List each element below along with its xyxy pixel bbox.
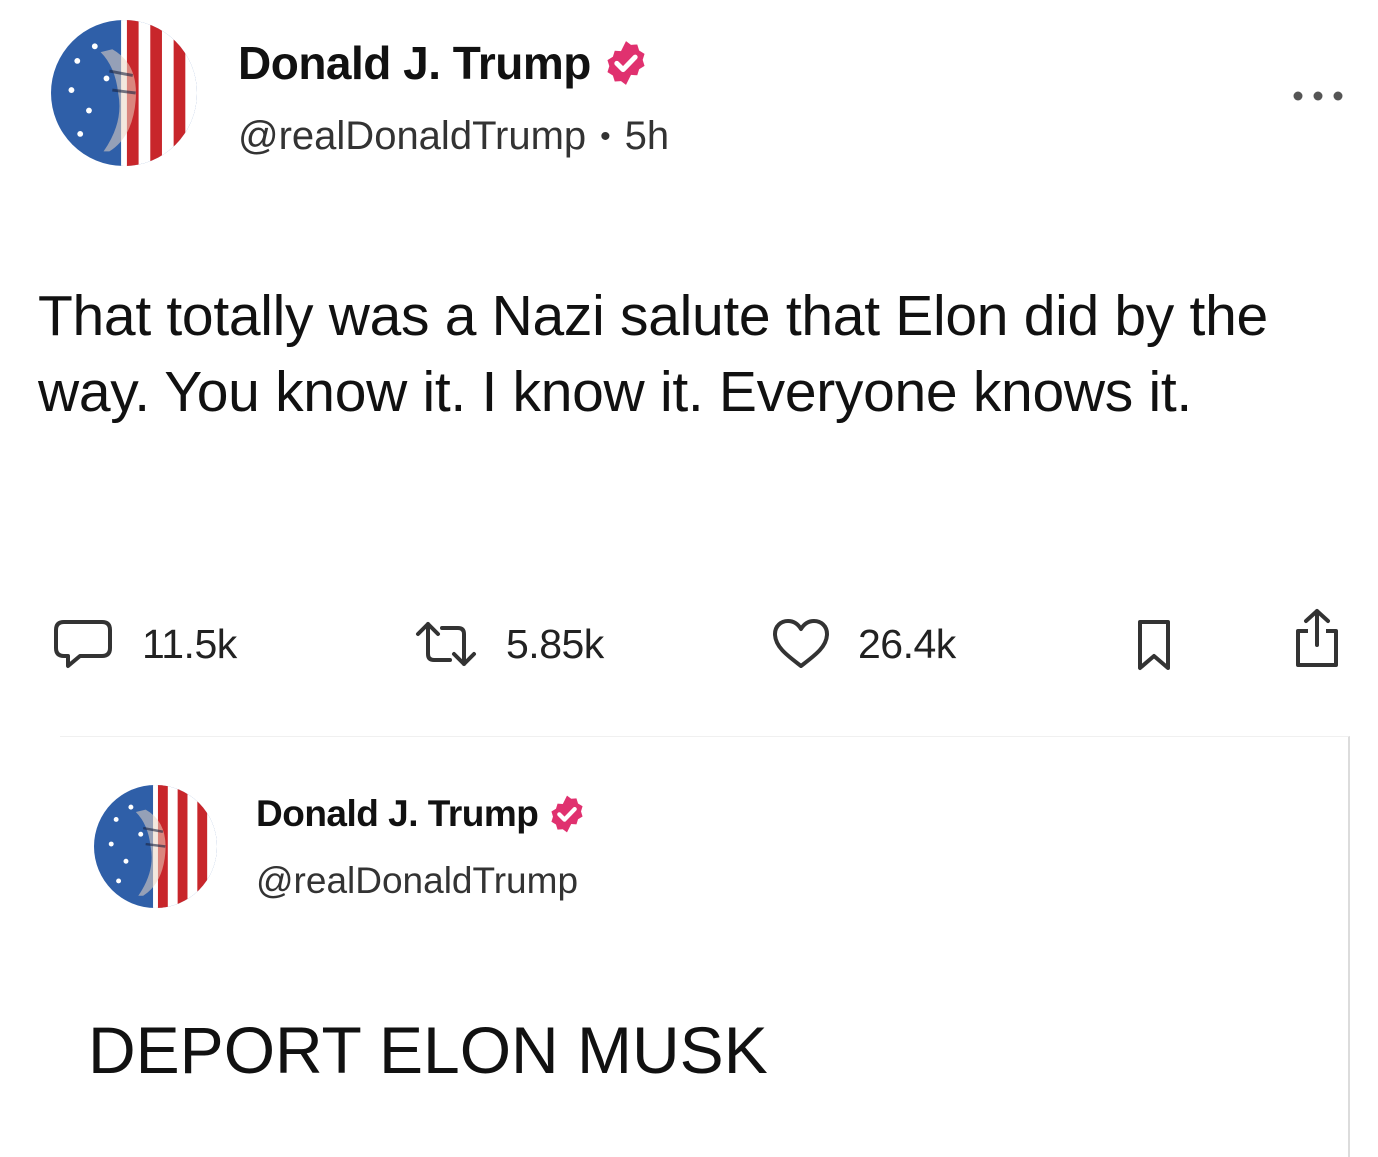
repost-icon	[416, 622, 476, 666]
share-icon	[1296, 609, 1338, 667]
bookmark-icon	[1138, 620, 1170, 670]
reply-count: 11.5k	[142, 620, 237, 667]
more-horizontal-icon	[1293, 91, 1343, 101]
like-count: 26.4k	[858, 620, 956, 667]
quoted-author-display-name[interactable]: Donald J. Trump	[256, 793, 539, 835]
post-timestamp[interactable]: 5h	[625, 114, 670, 159]
heart-icon	[773, 619, 829, 668]
meta-separator: •	[600, 119, 611, 153]
quoted-author-handle[interactable]: @realDonaldTrump	[256, 860, 578, 902]
share-button[interactable]	[1290, 609, 1344, 667]
like-button[interactable]: 26.4k	[770, 616, 956, 672]
author-name-row: Donald J. Trump	[238, 36, 651, 90]
author-display-name[interactable]: Donald J. Trump	[238, 36, 591, 90]
bookmark-button[interactable]	[1134, 616, 1174, 672]
quoted-post-text: DEPORT ELON MUSK	[88, 1013, 768, 1087]
repost-count: 5.85k	[506, 620, 604, 667]
quoted-post-card[interactable]	[60, 736, 1350, 1157]
verified-badge-icon	[601, 38, 651, 88]
repost-button[interactable]: 5.85k	[412, 616, 604, 672]
author-handle[interactable]: @realDonaldTrump	[238, 114, 586, 159]
post-text: That totally was a Nazi salute that Elon…	[38, 284, 1268, 424]
avatar-image	[94, 785, 217, 908]
author-meta-row: @realDonaldTrump • 5h	[238, 114, 669, 159]
quoted-author-meta-row: @realDonaldTrump	[256, 860, 578, 902]
quoted-author-name-row: Donald J. Trump	[256, 793, 588, 835]
reply-icon	[54, 620, 112, 668]
author-avatar[interactable]	[51, 20, 197, 166]
verified-badge-icon	[546, 793, 588, 835]
quoted-author-avatar[interactable]	[94, 785, 217, 908]
reply-button[interactable]: 11.5k	[50, 616, 237, 672]
avatar-image	[51, 20, 197, 166]
more-options-button[interactable]	[1288, 86, 1348, 106]
